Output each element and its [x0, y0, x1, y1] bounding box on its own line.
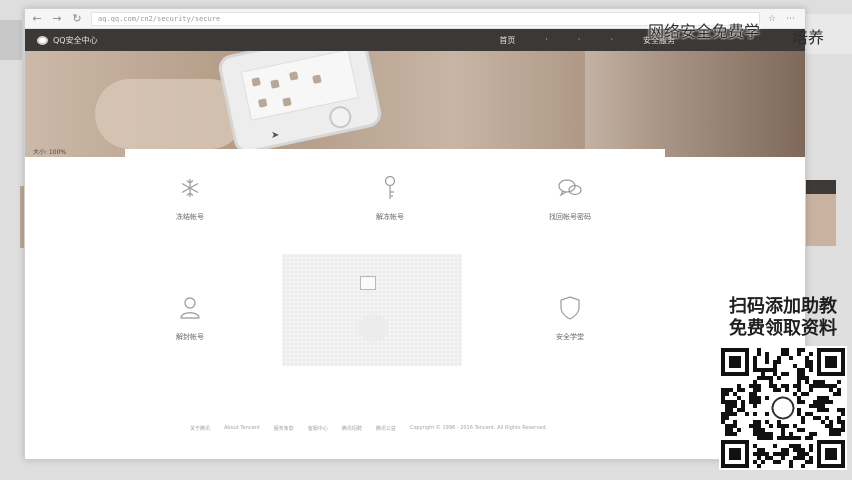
hero-banner — [25, 51, 805, 157]
bookmark-star-icon[interactable]: ☆ — [768, 14, 776, 24]
qr-code — [719, 346, 847, 470]
mouse-cursor-icon: ➤ — [271, 130, 280, 141]
footer-link[interactable]: 客服中心 — [308, 425, 328, 432]
tile-label: 安全学堂 — [556, 333, 584, 341]
promo-line-2: 免费领取资料 — [729, 318, 837, 339]
nav-link-4[interactable]: · — [610, 35, 613, 46]
zoom-label: 大小: 100% — [33, 149, 67, 156]
hero-phone-image — [216, 51, 384, 156]
tile-label: 解冻帐号 — [376, 213, 404, 221]
tile-freeze-account[interactable]: 冻结帐号 — [130, 174, 250, 222]
shield-icon — [510, 294, 630, 322]
footer-links: 关于腾讯 About Tencent 服务条款 客服中心 腾讯招聘 腾讯公益 C… — [190, 425, 547, 432]
background-photo-fragment — [806, 194, 836, 246]
placeholder-face-icon — [360, 276, 376, 290]
reload-icon[interactable]: ↻ — [71, 12, 83, 25]
tile-label: 冻结帐号 — [176, 213, 204, 221]
footer-copyright: Copyright © 1998 - 2016 Tencent. All Rig… — [409, 425, 548, 431]
background-nav-fragment — [806, 180, 836, 194]
snowflake-icon — [130, 174, 250, 202]
watermark-top-text: 网络安全免费学 — [648, 22, 761, 41]
nav-link-3[interactable]: · — [578, 35, 581, 46]
menu-icon[interactable]: ⋯ — [786, 14, 795, 24]
loading-placeholder — [282, 254, 462, 366]
watermark-top-suffix: 培养 — [792, 28, 825, 47]
footer-link[interactable]: 服务条款 — [274, 425, 294, 432]
tile-unblock-account[interactable]: 解封帐号 — [130, 294, 250, 342]
site-logo-text: QQ安全中心 — [53, 35, 98, 45]
user-icon — [130, 294, 250, 322]
tile-label: 解封帐号 — [176, 333, 204, 341]
site-logo[interactable]: QQ安全中心 — [37, 35, 98, 46]
tile-label: 找回帐号密码 — [549, 213, 591, 221]
footer-link[interactable]: 腾讯公益 — [376, 425, 396, 432]
nav-link-home[interactable]: 首页 — [499, 35, 515, 46]
tile-recover-password[interactable]: 找回帐号密码 — [510, 174, 630, 222]
back-icon[interactable]: ← — [31, 12, 43, 25]
background-window-fragment — [0, 20, 22, 60]
forward-icon[interactable]: → — [51, 12, 63, 25]
qq-logo-icon — [37, 35, 48, 45]
promo-line-1: 扫码添加助教 — [729, 296, 837, 317]
footer-link[interactable]: 腾讯招聘 — [342, 425, 362, 432]
key-icon — [330, 174, 450, 202]
chat-bubbles-icon — [510, 174, 630, 202]
nav-link-2[interactable]: · — [545, 35, 548, 46]
footer-link[interactable]: About Tencent — [224, 425, 260, 432]
footer-link[interactable]: 关于腾讯 — [190, 425, 210, 432]
promo-overlay: 扫码添加助教 免费领取资料 — [716, 296, 850, 470]
tile-unfreeze-account[interactable]: 解冻帐号 — [330, 174, 450, 222]
tile-security-school[interactable]: 安全学堂 — [510, 294, 630, 342]
